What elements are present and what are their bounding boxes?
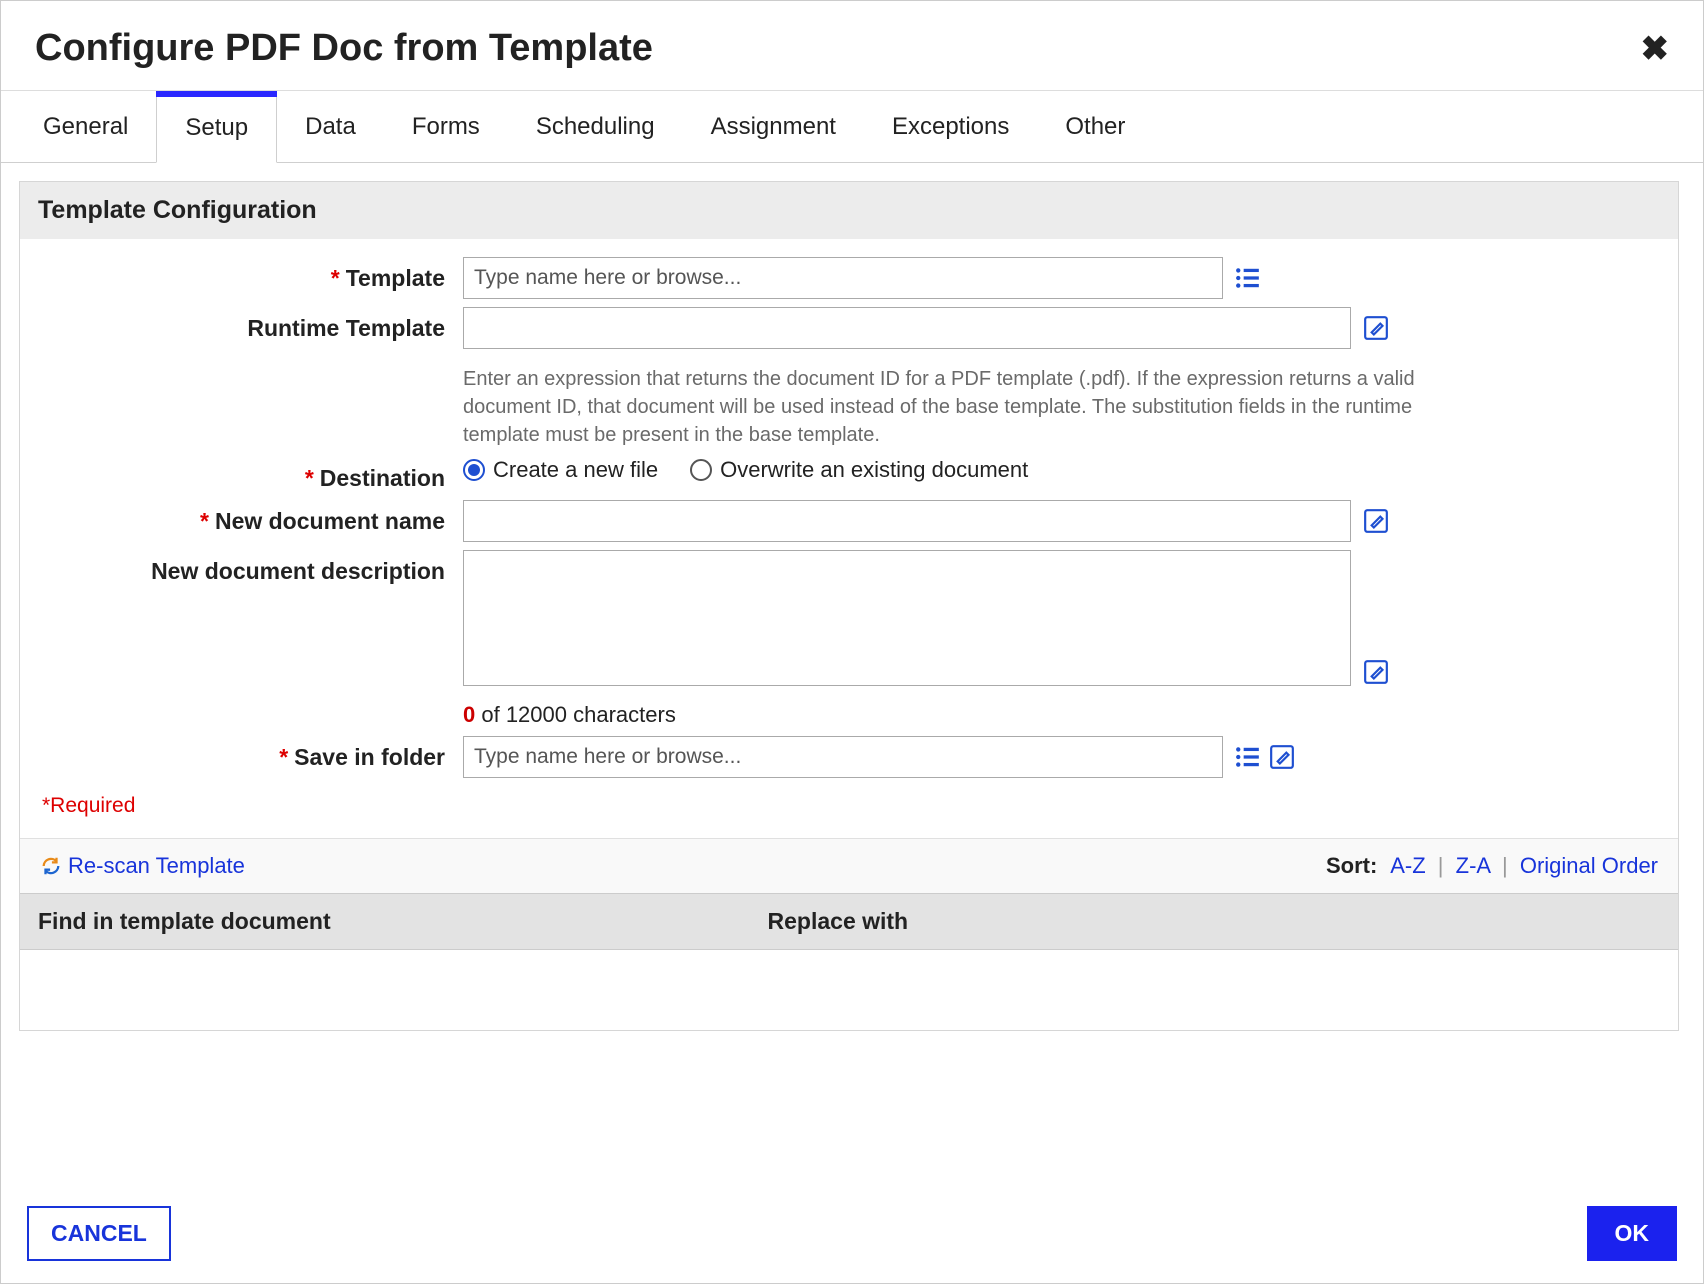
browse-list-icon[interactable] <box>1233 264 1263 292</box>
edit-expression-icon[interactable] <box>1267 743 1297 771</box>
grid-header: Find in template document Replace with <box>20 893 1678 950</box>
row-runtime: Runtime Template Enter an expression tha… <box>38 307 1660 449</box>
folder-input[interactable] <box>463 736 1223 778</box>
browse-list-icon[interactable] <box>1233 743 1263 771</box>
char-count-value: 0 <box>463 702 475 727</box>
tab-setup[interactable]: Setup <box>156 91 277 163</box>
template-input[interactable] <box>463 257 1223 299</box>
close-icon[interactable]: ✖ <box>1641 32 1670 66</box>
divider: | <box>1502 853 1508 878</box>
sort-label: Sort: <box>1326 853 1377 878</box>
radio-overwrite-label: Overwrite an existing document <box>720 457 1028 483</box>
sort-az-link[interactable]: A-Z <box>1390 853 1425 878</box>
label-destination-text: Destination <box>320 465 445 491</box>
char-counter: 0 of 12000 characters <box>463 702 676 728</box>
label-template-text: Template <box>346 265 445 291</box>
tab-forms[interactable]: Forms <box>384 91 508 162</box>
tab-scheduling[interactable]: Scheduling <box>508 91 683 162</box>
row-folder: *Save in folder <box>38 736 1660 778</box>
char-count-rest: of 12000 characters <box>475 702 676 727</box>
runtime-template-input[interactable] <box>463 307 1351 349</box>
label-newdoc-text: New document name <box>215 508 445 534</box>
label-folder: *Save in folder <box>38 736 463 771</box>
sort-box: Sort: A-Z | Z-A | Original Order <box>1326 853 1658 879</box>
grid-col-replace: Replace with <box>750 894 1678 949</box>
required-note: *Required <box>38 786 1660 824</box>
row-description: New document description 0 of 12000 char… <box>38 550 1660 728</box>
tab-bar: General Setup Data Forms Scheduling Assi… <box>1 91 1703 163</box>
row-destination: *Destination Create a new file Overwrite… <box>38 457 1660 492</box>
toolbar-row: Re-scan Template Sort: A-Z | Z-A | Origi… <box>20 838 1678 893</box>
radio-create-new[interactable]: Create a new file <box>463 457 658 483</box>
newdoc-name-input[interactable] <box>463 500 1351 542</box>
scroll-pane[interactable]: Template Configuration *Template Runtime… <box>19 163 1679 1176</box>
label-description: New document description <box>38 550 463 585</box>
divider: | <box>1438 853 1444 878</box>
runtime-help-text: Enter an expression that returns the doc… <box>463 365 1423 449</box>
edit-expression-icon[interactable] <box>1361 658 1391 686</box>
row-newdoc-name: *New document name <box>38 500 1660 542</box>
section-title: Template Configuration <box>20 182 1678 239</box>
sort-original-link[interactable]: Original Order <box>1520 853 1658 878</box>
cancel-button[interactable]: CANCEL <box>27 1206 171 1261</box>
dialog-header: Configure PDF Doc from Template ✖ <box>1 1 1703 90</box>
row-template: *Template <box>38 257 1660 299</box>
section-body: *Template Runtime Template <box>20 239 1678 838</box>
radio-create-label: Create a new file <box>493 457 658 483</box>
dialog-title: Configure PDF Doc from Template <box>35 27 653 70</box>
ok-button[interactable]: OK <box>1587 1206 1678 1261</box>
dialog-footer: CANCEL OK <box>1 1190 1703 1283</box>
edit-expression-icon[interactable] <box>1361 507 1391 535</box>
description-textarea[interactable] <box>463 550 1351 686</box>
body-area: Template Configuration *Template Runtime… <box>1 163 1703 1190</box>
tab-assignment[interactable]: Assignment <box>683 91 864 162</box>
grid-body-empty <box>20 950 1678 1030</box>
refresh-icon <box>40 855 62 877</box>
label-newdoc: *New document name <box>38 500 463 535</box>
tab-exceptions[interactable]: Exceptions <box>864 91 1037 162</box>
rescan-template-link[interactable]: Re-scan Template <box>40 853 245 879</box>
rescan-label: Re-scan Template <box>68 853 245 879</box>
label-destination: *Destination <box>38 457 463 492</box>
label-runtime: Runtime Template <box>38 307 463 342</box>
label-template: *Template <box>38 257 463 292</box>
tab-general[interactable]: General <box>15 91 156 162</box>
grid-col-find: Find in template document <box>20 894 750 949</box>
tab-data[interactable]: Data <box>277 91 384 162</box>
radio-overwrite[interactable]: Overwrite an existing document <box>690 457 1028 483</box>
dialog: Configure PDF Doc from Template ✖ Genera… <box>0 0 1704 1284</box>
template-config-section: Template Configuration *Template Runtime… <box>19 181 1679 1031</box>
edit-expression-icon[interactable] <box>1361 314 1391 342</box>
label-folder-text: Save in folder <box>294 744 445 770</box>
sort-za-link[interactable]: Z-A <box>1456 853 1490 878</box>
tab-other[interactable]: Other <box>1037 91 1153 162</box>
